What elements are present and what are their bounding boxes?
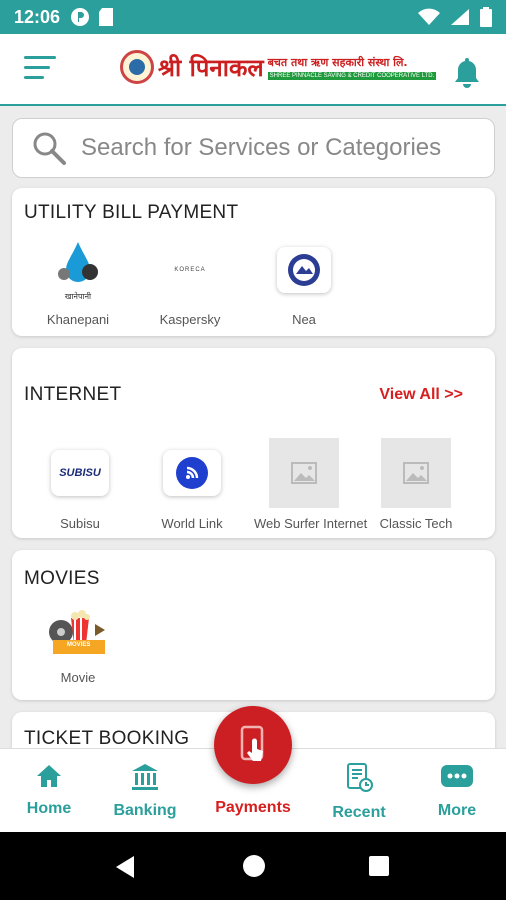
movies-card: MOVIES MOVIES Movie [12,550,495,700]
internet-section-title: INTERNET [24,384,122,405]
movie-logo-icon: MOVIES [43,602,113,662]
search-placeholder: Search for Services or Categories [81,134,442,161]
kaspersky-logo-icon: KORECA [156,236,224,304]
worldlink-logo-icon [157,438,227,508]
search-icon [33,132,66,165]
subisu-logo-icon: SUBISU [45,438,115,508]
khanepani-logo-icon: खानेपानी [44,236,112,304]
more-dots-icon [441,765,473,787]
battery-icon [480,7,492,27]
image-placeholder-icon [269,438,339,508]
wifi-icon [418,8,440,25]
service-websurfer[interactable]: Web Surfer Internet [254,438,368,531]
service-subisu[interactable]: SUBISU Subisu [30,438,130,531]
nav-home-label: Home [26,800,72,817]
home-icon [37,765,61,787]
kaspersky-logo-text: KORECA [174,267,206,273]
tile-label: Web Surfer Internet [254,516,368,531]
tile-label: Khanepani [46,312,110,327]
utility-section-title: UTILITY BILL PAYMENT [24,202,239,223]
nav-payments-label: Payments [215,799,291,816]
hamburger-menu-icon[interactable] [24,56,58,84]
tile-label: World Link [161,516,223,531]
nav-more-label: More [437,802,477,819]
tile-label: Nea [292,312,316,327]
nav-more[interactable]: More [412,763,502,820]
movies-section-title: MOVIES [24,568,100,589]
app-logo: श्री पिनाकल बचत तथा ऋण सहकारी संस्था लि.… [120,50,437,84]
home-circle-icon[interactable] [242,854,266,878]
tile-label: Subisu [60,516,100,531]
tile-label: Movie [60,670,96,685]
service-nea[interactable]: Nea [254,236,354,327]
internet-view-all-link[interactable]: View All >> [379,386,463,404]
nav-home[interactable]: Home [4,763,94,818]
tile-label: Classic Tech [379,516,453,531]
khanepani-logo-text: खानेपानी [64,292,92,301]
system-nav-bar [0,832,506,900]
movie-logo-text: MOVIES [67,642,91,648]
logo-line1: बचत तथा ऋण सहकारी संस्था लि. [267,55,408,69]
utility-bill-card: UTILITY BILL PAYMENT खानेपानी Khanepani … [12,188,495,336]
nav-payments[interactable]: Payments [208,799,298,817]
nav-recent-label: Recent [332,804,386,821]
logo-seal-icon [120,50,154,84]
service-worldlink[interactable]: World Link [142,438,242,531]
search-bar[interactable]: Search for Services or Categories [12,118,495,178]
phone-tap-icon [240,725,264,761]
nav-banking-label: Banking [113,802,177,819]
signal-icon [451,9,469,25]
nea-logo-icon [270,236,338,304]
nav-banking[interactable]: Banking [100,763,190,820]
sd-card-icon [99,8,114,26]
back-icon[interactable] [112,854,138,880]
receipt-icon [347,763,373,792]
status-time: 12:06 [14,6,61,27]
internet-card: INTERNET View All >> SUBISU Subisu World… [12,348,495,538]
tile-label: Kaspersky [159,312,221,327]
content-area[interactable]: Search for Services or Categories UTILIT… [0,106,506,748]
status-bar: 12:06 [0,0,506,34]
payments-fab-button[interactable] [214,706,292,784]
p-icon [71,8,90,26]
service-khanepani[interactable]: खानेपानी Khanepani [28,236,128,327]
bank-icon [132,764,158,790]
logo-line2: SHREE PINNACLE SAVING & CREDIT COOPERATI… [267,71,437,80]
service-classictech[interactable]: Classic Tech [366,438,466,531]
nav-recent[interactable]: Recent [314,763,404,822]
app-bar: श्री पिनाकल बचत तथा ऋण सहकारी संस्था लि.… [0,34,506,106]
notification-bell-icon[interactable] [452,56,482,88]
ticket-section-title: TICKET BOOKING [24,728,190,748]
service-movie[interactable]: MOVIES Movie [28,602,128,685]
subisu-logo-text: SUBISU [59,467,101,479]
recents-square-icon[interactable] [368,855,390,877]
image-placeholder-icon [381,438,451,508]
logo-name: श्री पिनाकल [158,53,264,82]
service-kaspersky[interactable]: KORECA Kaspersky [140,236,240,327]
